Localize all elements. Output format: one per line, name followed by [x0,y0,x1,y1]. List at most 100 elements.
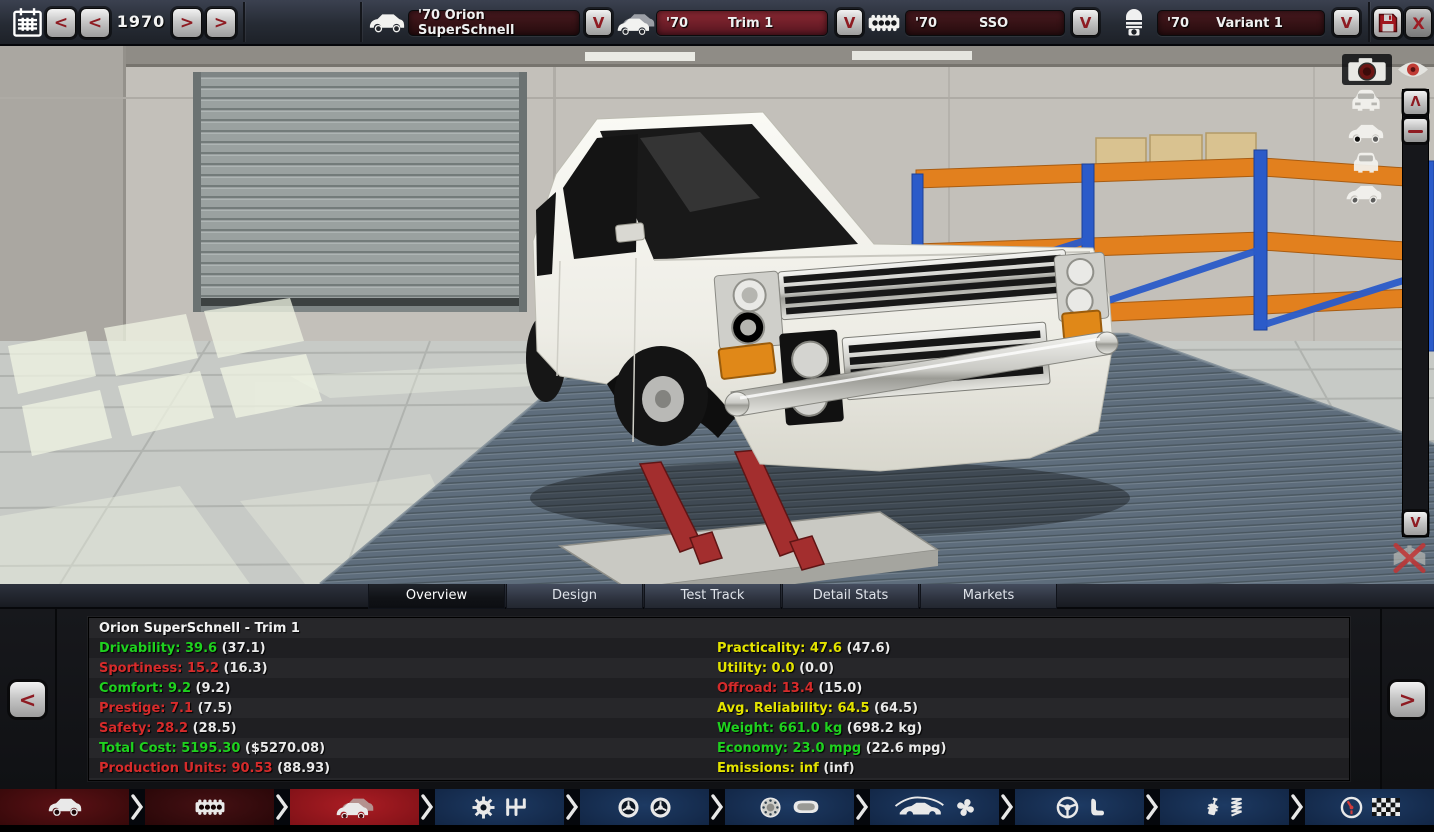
engine-family-icon [866,11,902,35]
toolbar-segment-engine[interactable] [145,789,274,825]
stats-left-column: Drivability: 39.6 (37.1) Sportiness: 15.2… [99,639,699,779]
overview-stats-box: Orion SuperSchnell - Trim 1 Drivability:… [88,617,1350,781]
year-prev-fast-button[interactable]: < [46,8,76,38]
stat-label-value: Safety: 28.2 [99,721,189,736]
topbar-divider [1368,2,1370,42]
calendar-icon[interactable] [12,7,43,38]
wheel-icon [649,796,672,819]
toolbar-segment-body[interactable] [0,789,129,825]
camera-view-buttons [1342,88,1390,212]
stat-comparison-value: (37.1) [217,641,266,656]
trim-field-name: Trim 1 [727,15,774,31]
top-bar: < < 1970 > > '70 Orion SuperSchnell V '7… [0,0,1434,46]
stat-row: Drivability: 39.6 (37.1) [99,639,699,659]
save-icon [1378,13,1397,33]
variant-dropdown-button[interactable]: V [1333,9,1360,36]
tab-overview[interactable]: Overview [368,584,505,609]
stat-label-value: Emissions: inf [717,761,819,776]
model-field-text: '70 Orion SuperSchnell [418,8,515,38]
stat-label-value: Practicality: 47.6 [717,641,842,656]
stat-row: Total Cost: 5195.30 ($5270.08) [99,739,699,759]
stat-row: Prestige: 7.1 (7.5) [99,699,699,719]
variant-field-name: Variant 1 [1216,15,1283,31]
viewport-scrollbar[interactable]: Λ V [1402,89,1429,537]
save-button[interactable] [1373,8,1402,38]
toolbar-segment-testing[interactable] [1305,789,1434,825]
stat-label-value: Sportiness: 15.2 [99,661,220,676]
stat-comparison-value: (22.6 mpg) [861,741,947,756]
model-field[interactable]: '70 Orion SuperSchnell [408,8,580,38]
stats-right-column: Practicality: 47.6 (47.6) Utility: 0.0 (0… [717,639,1337,779]
stat-comparison-value: (7.5) [193,701,233,716]
stat-comparison-value: (28.5) [188,721,237,736]
year-prev-button[interactable]: < [80,8,110,38]
overview-panel: < Orion SuperSchnell - Trim 1 Drivabilit… [0,609,1434,789]
toolbar-chevron-icon [1289,789,1305,825]
spring-icon [1229,796,1244,819]
scroll-handle[interactable] [1403,118,1428,143]
year-next-button[interactable]: > [172,8,202,38]
topbar-divider [360,2,362,42]
scroll-down-button[interactable]: V [1403,511,1428,536]
close-button[interactable]: X [1405,8,1432,38]
stat-comparison-value: ($5270.08) [240,741,326,756]
scroll-up-button[interactable]: Λ [1403,90,1428,115]
stat-comparison-value: (0.0) [794,661,835,676]
stat-label-value: Total Cost: 5195.30 [99,741,241,756]
stat-label-value: Weight: 661.0 kg [717,721,843,736]
aero-car-icon [893,796,945,818]
stats-prev-button[interactable]: < [9,681,46,718]
stat-label-value: Utility: 0.0 [717,661,795,676]
photo-mode-button[interactable] [1342,54,1392,85]
car-rear-view-button[interactable] [1342,150,1390,179]
toolbar-segment-aero-cooling[interactable] [870,789,999,825]
car-front-view-icon [1346,88,1386,116]
gearbox-icon [504,797,528,817]
toolbar-segment-trim[interactable] [290,789,419,825]
toolbar-segment-interior[interactable] [1015,789,1144,825]
tab-test-track[interactable]: Test Track [644,584,781,609]
variant-field[interactable]: '70 Variant 1 [1157,10,1325,36]
engine-field-year: '70 [915,15,938,31]
tab-markets[interactable]: Markets [920,584,1057,609]
toolbar-segment-wheels[interactable] [580,789,709,825]
stat-row: Weight: 661.0 kg (698.2 kg) [717,719,1337,739]
car-threequarter-view-button[interactable] [1342,181,1390,210]
steering-wheel-icon [1056,796,1079,819]
toolbar-segment-drivetrain[interactable] [435,789,564,825]
toolbar-segment-brakes[interactable] [725,789,854,825]
car-front-view-button[interactable] [1342,88,1390,117]
markers-disabled-icon[interactable] [1386,538,1433,582]
toolbar-chevron-icon [274,789,290,825]
year-next-fast-button[interactable]: > [206,8,236,38]
stat-label-value: Comfort: 9.2 [99,681,191,696]
engine-dropdown-button[interactable]: V [1072,9,1099,36]
trim-dropdown-button[interactable]: V [836,9,863,36]
scroll-handle-grip [1408,130,1423,133]
car-side-view-icon [1345,121,1387,147]
car-side-view-button[interactable] [1342,119,1390,148]
model-dropdown-button[interactable]: V [585,9,612,36]
stat-row: Offroad: 13.4 (15.0) [717,679,1337,699]
toolbar-chevron-icon [564,789,580,825]
visibility-button[interactable] [1395,58,1431,81]
toolbar-segment-suspension[interactable] [1160,789,1289,825]
garage-viewport[interactable]: Λ V [0,46,1434,584]
tab-detail-stats[interactable]: Detail Stats [782,584,919,609]
car-rear-view-icon [1347,151,1385,178]
trim-cars-icon [616,11,656,35]
tab-design[interactable]: Design [506,584,643,609]
stat-comparison-value: (inf) [818,761,855,776]
toolbar-chevron-icon [709,789,725,825]
stat-row: Practicality: 47.6 (47.6) [717,639,1337,659]
wheel-icon [617,796,640,819]
car-body-icon [47,796,83,818]
stats-next-button[interactable]: > [1389,681,1426,718]
trim-field[interactable]: '70 Trim 1 [656,10,828,36]
engine-field[interactable]: '70 SSO [905,10,1065,36]
toolbar-chevron-icon [854,789,870,825]
stat-row: Sportiness: 15.2 (16.3) [99,659,699,679]
stat-comparison-value: (16.3) [219,661,268,676]
trim-car-icon [335,796,375,819]
toolbar-chevron-icon [999,789,1015,825]
